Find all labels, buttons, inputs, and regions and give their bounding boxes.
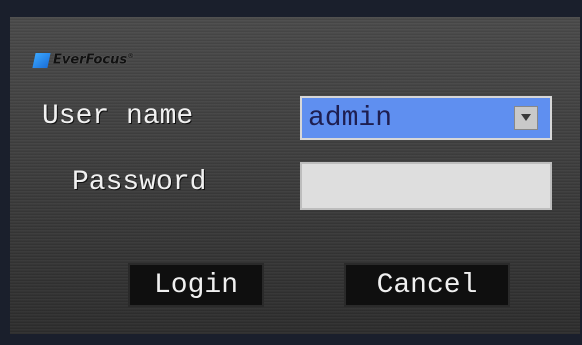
login-dialog: EverFocus® User name admin Password Logi… [10,17,580,334]
cancel-button[interactable]: Cancel [344,263,510,307]
logo-mark-icon [32,52,51,68]
screen-frame: EverFocus® User name admin Password Logi… [0,0,582,345]
password-field[interactable] [300,162,552,210]
user-name-dropdown[interactable]: admin [300,96,552,140]
chevron-down-icon[interactable] [514,106,538,130]
logo-text: EverFocus® [53,52,135,68]
login-button[interactable]: Login [128,263,264,307]
password-label: Password [72,167,207,198]
everfocus-logo: EverFocus® [32,51,135,69]
user-name-value: admin [308,102,393,134]
user-name-label: User name [42,101,194,132]
